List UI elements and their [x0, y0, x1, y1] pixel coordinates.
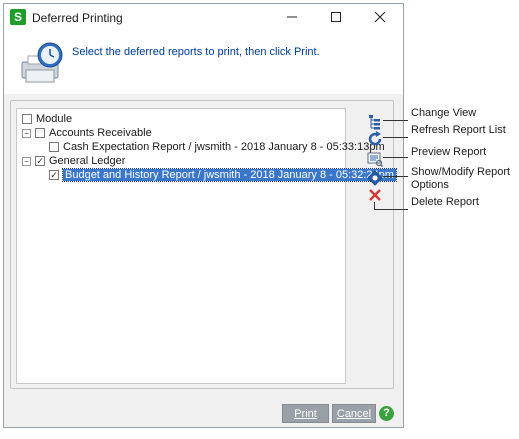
instruction-text: Select the deferred reports to print, th… [72, 46, 320, 58]
title-bar: S Deferred Printing [4, 4, 403, 32]
group-label: General Ledger [49, 155, 126, 167]
callout-line-preview [383, 157, 408, 158]
callout-options-line1: Show/Modify Report [411, 166, 511, 178]
callout-line-options [383, 176, 408, 177]
tree-item-cash-expectation[interactable]: Cash Expectation Report / jwsmith - 2018… [49, 140, 385, 154]
maximize-button[interactable] [314, 4, 358, 32]
close-icon [374, 11, 386, 23]
callout-line-delete [374, 209, 408, 210]
callout-line-refresh [383, 137, 408, 138]
report-tree[interactable]: Module − Accounts Receivable Cash Expecta… [16, 108, 397, 384]
app-logo-icon: S [10, 9, 26, 25]
item-label-selected: Budget and History Report / jwsmith - 20… [62, 168, 397, 182]
callout-refresh: Refresh Report List [411, 124, 506, 136]
tree-group-accounts-receivable[interactable]: − Accounts Receivable [22, 126, 152, 140]
minimize-icon [287, 16, 297, 18]
instruction-banner: Select the deferred reports to print, th… [4, 32, 403, 94]
cancel-button[interactable]: Cancel [332, 404, 376, 423]
tree-group-general-ledger[interactable]: − ✓ General Ledger [22, 154, 125, 168]
preview-icon[interactable] [367, 151, 383, 167]
collapse-icon[interactable]: − [22, 128, 31, 138]
group-checkbox[interactable]: ✓ [35, 156, 45, 167]
refresh-icon[interactable] [367, 131, 383, 147]
deferred-printing-window: S Deferred Printing Select the deferred … [3, 3, 404, 428]
callout-options: Show/Modify Report Options [411, 166, 510, 192]
group-checkbox[interactable] [35, 128, 45, 139]
close-button[interactable] [358, 4, 402, 32]
root-checkbox[interactable] [22, 114, 32, 125]
tree-root-label: Module [36, 113, 73, 125]
printer-clock-icon [21, 42, 63, 83]
item-checkbox[interactable] [49, 142, 59, 153]
callout-line-change-view [383, 120, 408, 121]
print-label: Print [294, 408, 317, 420]
cancel-label: Cancel [336, 408, 372, 420]
tree-root[interactable]: Module [22, 112, 72, 126]
item-checkbox[interactable]: ✓ [49, 170, 59, 181]
item-label: Cash Expectation Report / jwsmith - 2018… [63, 141, 385, 153]
change-view-icon[interactable] [367, 114, 383, 130]
minimize-button[interactable] [270, 4, 314, 32]
options-icon[interactable] [367, 170, 383, 186]
group-label: Accounts Receivable [49, 127, 152, 139]
collapse-icon[interactable]: − [22, 156, 31, 166]
delete-icon[interactable] [367, 187, 383, 203]
window-title: Deferred Printing [32, 11, 123, 25]
callout-options-line2: Options [411, 179, 449, 191]
print-button[interactable]: Print [282, 404, 329, 423]
maximize-icon [331, 12, 341, 22]
help-icon[interactable]: ? [379, 406, 394, 421]
callout-delete: Delete Report [411, 196, 479, 208]
callout-change-view: Change View [411, 107, 477, 119]
callout-preview: Preview Report [411, 146, 487, 158]
tree-item-budget-history[interactable]: ✓ Budget and History Report / jwsmith - 2… [49, 168, 397, 182]
